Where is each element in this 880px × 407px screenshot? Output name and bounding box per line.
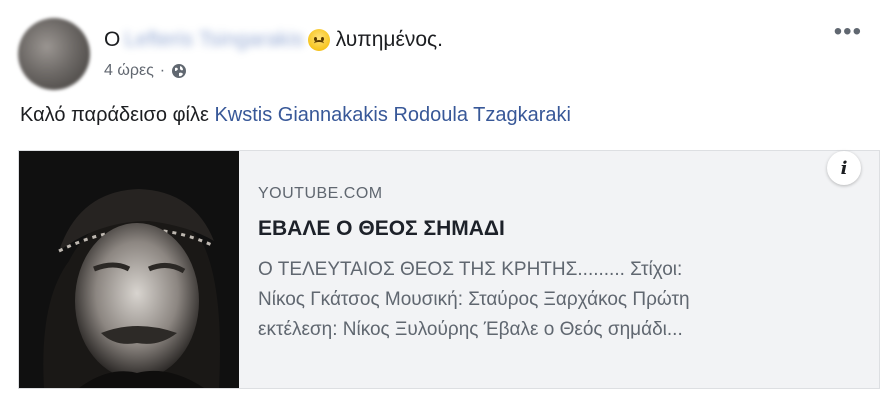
sad-face-icon <box>307 29 330 51</box>
video-thumbnail[interactable] <box>19 151 239 388</box>
author-name[interactable]: Lefteris Tsingarakis <box>124 28 303 52</box>
link-title[interactable]: ΕΒΑΛΕ Ο ΘΕΟΣ ΣΗΜΑΔΙ <box>258 217 828 241</box>
info-icon[interactable]: i <box>827 151 861 185</box>
avatar[interactable] <box>18 18 90 90</box>
link-description: Ο ΤΕΛΕΥΤΑΙΟΣ ΘΕΟΣ ΤΗΣ ΚΡΗΤΗΣ......... Στ… <box>258 255 828 345</box>
post-text: Καλό παράδεισο φίλε Kwstis Giannakakis R… <box>20 104 571 127</box>
more-options-icon[interactable]: ••• <box>834 20 862 44</box>
timestamp[interactable]: 4 ώρες <box>104 62 154 80</box>
post-header: O Lefteris Tsingarakis λυπημένος. <box>104 26 443 54</box>
feeling-text: λυπημένος. <box>335 28 443 51</box>
description-line: Ο ΤΕΛΕΥΤΑΙΟΣ ΘΕΟΣ ΤΗΣ ΚΡΗΤΗΣ......... Στ… <box>258 259 683 280</box>
meta-separator: · <box>159 62 166 79</box>
facebook-post: O Lefteris Tsingarakis λυπημένος. 4 ώρες… <box>0 0 880 407</box>
globe-icon[interactable] <box>171 63 187 79</box>
post-meta: 4 ώρες · <box>104 60 187 82</box>
author-prefix: O <box>104 28 121 51</box>
post-message: Καλό παράδεισο φίλε <box>20 104 209 126</box>
link-preview-card[interactable]: YOUTUBE.COM ΕΒΑΛΕ Ο ΘΕΟΣ ΣΗΜΑΔΙ Ο ΤΕΛΕΥΤ… <box>18 150 880 389</box>
link-domain: YOUTUBE.COM <box>258 185 383 202</box>
description-line: εκτέλεση: Νίκος Ξυλούρης Έβαλε ο Θεός ση… <box>258 319 683 340</box>
description-line: Νίκος Γκάτσος Μουσική: Σταύρος Ξαρχάκος … <box>258 289 690 310</box>
mention-link[interactable]: Kwstis Giannakakis <box>214 104 387 126</box>
mention-link[interactable]: Rodoula Tzagkaraki <box>393 104 571 126</box>
link-card-body: YOUTUBE.COM ΕΒΑΛΕ Ο ΘΕΟΣ ΣΗΜΑΔΙ Ο ΤΕΛΕΥΤ… <box>258 185 828 345</box>
